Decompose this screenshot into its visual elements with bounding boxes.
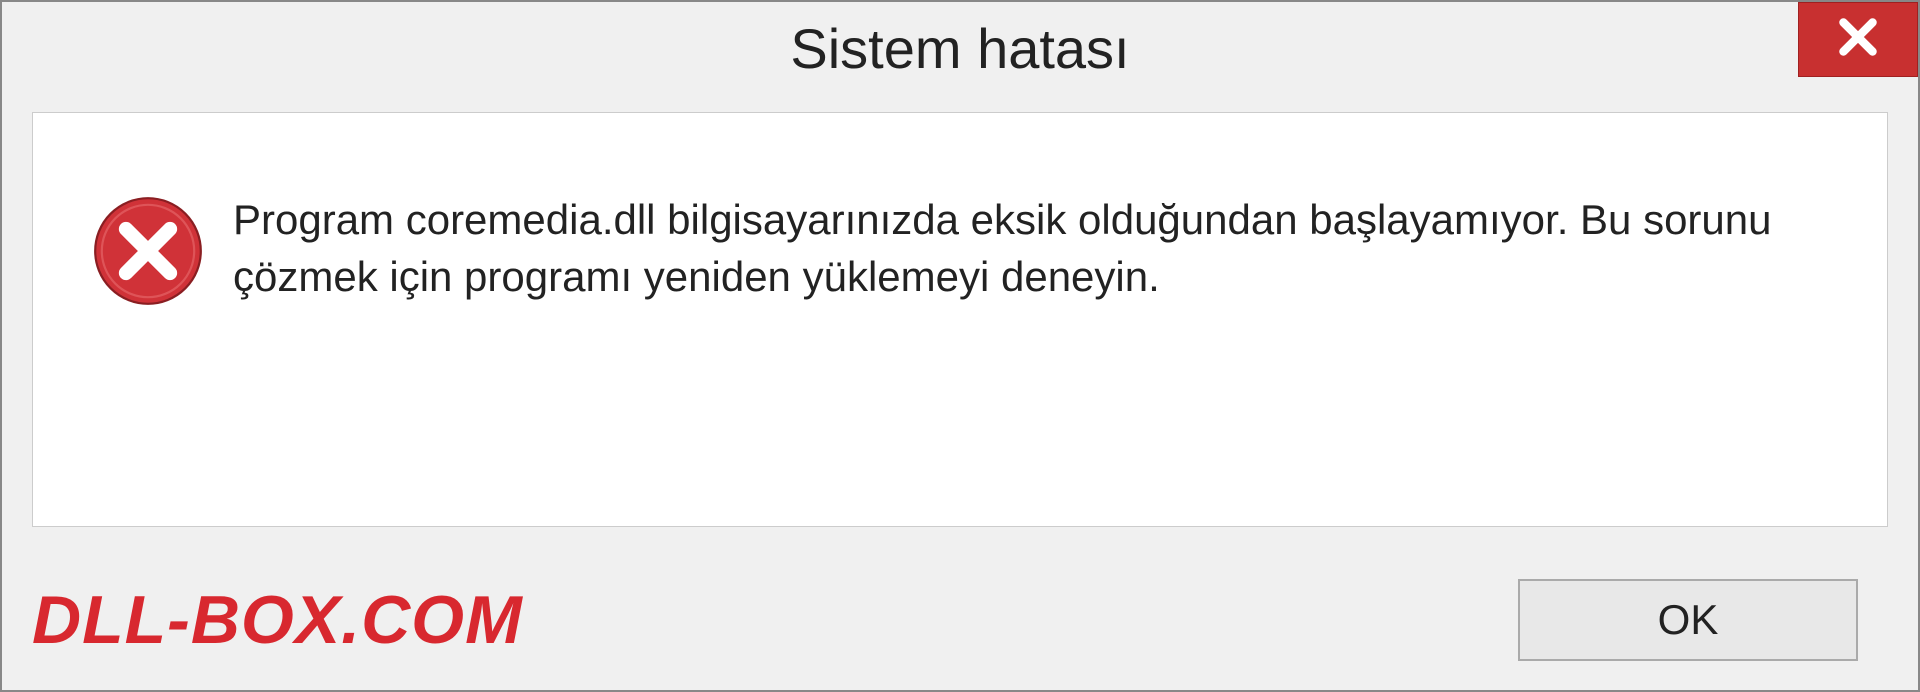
dialog-content: Program coremedia.dll bilgisayarınızda e…: [32, 112, 1888, 527]
dialog-footer: DLL-BOX.COM OK: [2, 550, 1918, 690]
dialog-title: Sistem hatası: [790, 16, 1129, 81]
watermark-text: DLL-BOX.COM: [32, 581, 523, 659]
close-icon: [1833, 12, 1883, 67]
error-icon: [93, 196, 203, 306]
titlebar: Sistem hatası: [2, 2, 1918, 94]
ok-button[interactable]: OK: [1518, 579, 1858, 661]
dialog-message: Program coremedia.dll bilgisayarınızda e…: [233, 188, 1827, 305]
close-button[interactable]: [1798, 2, 1918, 77]
